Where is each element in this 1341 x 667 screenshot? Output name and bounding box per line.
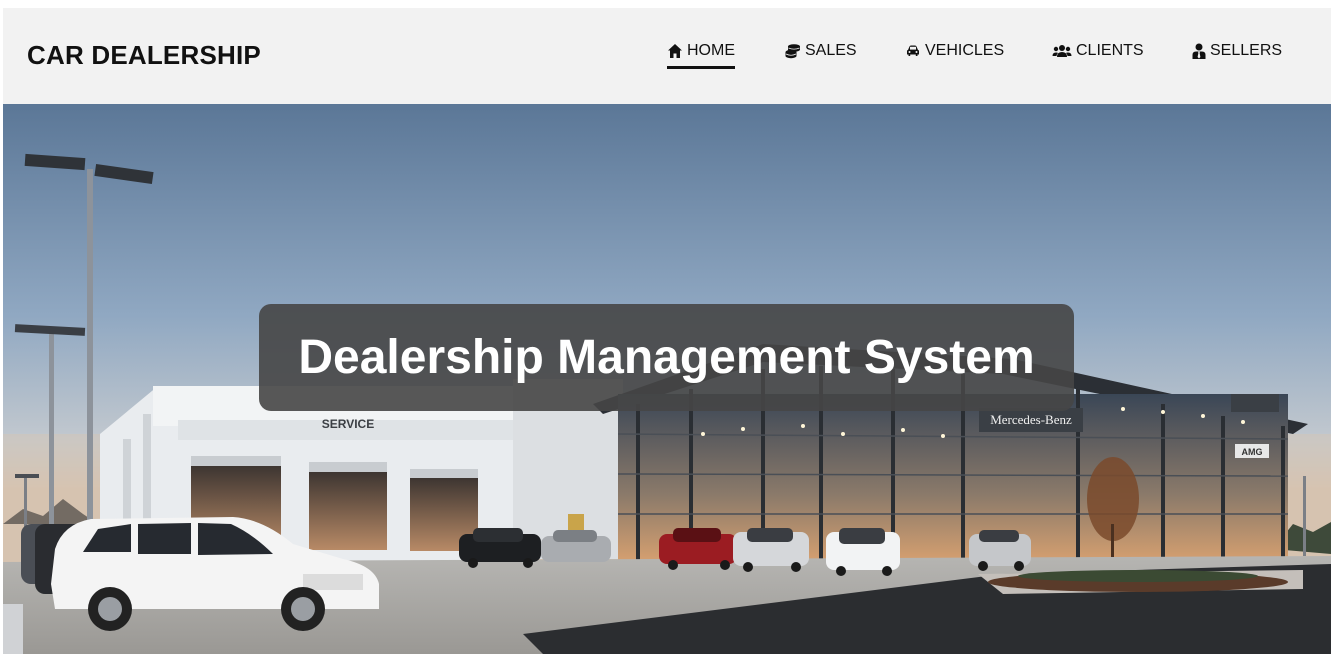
coins-icon: [785, 43, 801, 59]
nav-home[interactable]: HOME: [667, 42, 735, 69]
nav-clients-label: CLIENTS: [1076, 42, 1144, 59]
page-frame: CAR DEALERSHIP HOME SALES VEHICLES CLIEN…: [3, 8, 1331, 654]
nav-home-label: HOME: [687, 42, 735, 59]
nav-sales[interactable]: SALES: [785, 42, 857, 72]
nav-sellers-label: SELLERS: [1210, 42, 1283, 59]
nav-sellers[interactable]: SELLERS: [1192, 42, 1282, 72]
navbar: CAR DEALERSHIP HOME SALES VEHICLES CLIEN…: [3, 8, 1331, 104]
nav-sales-label: SALES: [805, 42, 857, 59]
user-tie-icon: [1192, 43, 1206, 59]
nav-vehicles-label: VEHICLES: [925, 42, 1005, 59]
amg-sign: AMG: [1242, 447, 1263, 457]
home-icon: [667, 43, 683, 59]
brand-title[interactable]: CAR DEALERSHIP: [27, 40, 261, 71]
hero-title: Dealership Management System: [298, 331, 1035, 384]
hero-banner: Dealership Management System: [259, 304, 1074, 411]
car-icon: [905, 43, 921, 59]
nav-vehicles[interactable]: VEHICLES: [905, 42, 1004, 72]
hero-section: SERVICE Mercedes-Benz AMG Dealership Man…: [3, 104, 1331, 654]
mercedes-sign: Mercedes-Benz: [990, 412, 1072, 427]
users-icon: [1052, 43, 1072, 59]
service-sign: SERVICE: [322, 417, 374, 431]
nav-clients[interactable]: CLIENTS: [1052, 42, 1144, 72]
